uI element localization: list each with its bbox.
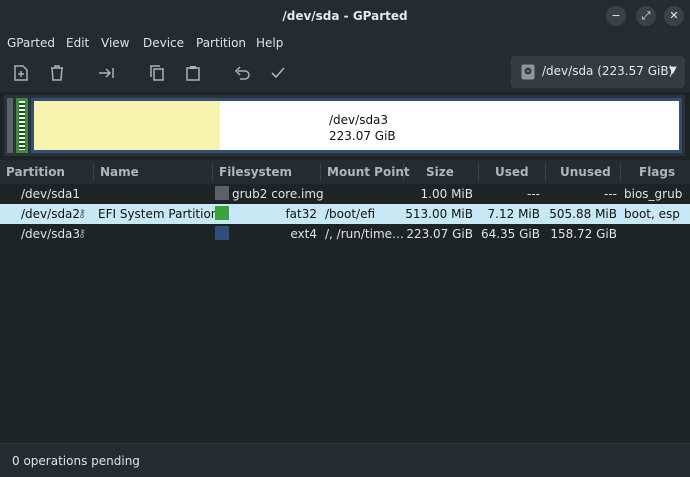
cell-flags: boot, esp [624, 207, 680, 221]
cell-used: --- [527, 187, 540, 201]
menu-partition[interactable]: Partition [196, 36, 246, 50]
partition-block-sda2[interactable] [16, 98, 28, 153]
paste-icon[interactable] [182, 62, 204, 84]
device-selector[interactable]: /dev/sda (223.57 GiB) ▼ [511, 56, 685, 88]
column-size[interactable]: Size [426, 165, 454, 179]
close-icon[interactable]: ✕ [664, 6, 684, 26]
disk-map-frame: /dev/sda3 223.07 GiB [4, 95, 685, 156]
used-space-fill [34, 101, 220, 150]
title-bar: /dev/sda - GParted − ⤢ ✕ [0, 0, 690, 32]
cell-unused: 158.72 GiB [550, 227, 617, 241]
column-flags[interactable]: Flags [639, 165, 675, 179]
column-used[interactable]: Used [495, 165, 529, 179]
minimize-icon[interactable]: − [606, 6, 626, 26]
cell-name: EFI System Partition [98, 207, 219, 221]
chevron-down-icon: ▼ [669, 65, 677, 76]
cell-mount-point: /, /run/time… [325, 227, 405, 241]
key-icon: ⚷ [78, 207, 87, 220]
status-text: 0 operations pending [12, 454, 140, 468]
partition-table: /dev/sda1 grub2 core.img 1.00 MiB --- --… [0, 184, 690, 442]
new-partition-icon[interactable] [10, 62, 32, 84]
menu-help[interactable]: Help [256, 36, 283, 50]
apply-icon[interactable] [267, 62, 289, 84]
cell-partition: /dev/sda1 [21, 187, 81, 201]
disk-map-label: /dev/sda3 223.07 GiB [329, 112, 396, 144]
column-filesystem[interactable]: Filesystem [219, 165, 292, 179]
cell-used: 64.35 GiB [480, 227, 540, 241]
delete-icon[interactable] [46, 62, 68, 84]
resize-move-icon[interactable] [96, 62, 118, 84]
table-header: Partition Name Filesystem Mount Point Si… [0, 160, 690, 185]
disk-map: /dev/sda3 223.07 GiB [0, 92, 690, 159]
partition-block-sda3[interactable]: /dev/sda3 223.07 GiB [31, 98, 682, 153]
cell-used: 7.12 MiB [487, 207, 540, 221]
filesystem-swatch [215, 186, 229, 200]
menu-bar: GParted Edit View Device Partition Help [0, 32, 690, 54]
device-label: /dev/sda (223.57 GiB) [542, 64, 674, 78]
copy-icon[interactable] [146, 62, 168, 84]
cell-size: 513.00 MiB [405, 207, 473, 221]
maximize-icon[interactable]: ⤢ [636, 6, 656, 26]
cell-partition: /dev/sda2 [21, 207, 81, 221]
undo-icon[interactable] [231, 62, 253, 84]
table-row[interactable]: /dev/sda2 ⚷ EFI System Partition fat32 /… [0, 204, 690, 224]
disk-map-partition: /dev/sda3 [329, 113, 389, 127]
disk-icon [521, 64, 535, 83]
cell-unused: --- [604, 187, 617, 201]
disk-map-size: 223.07 GiB [329, 129, 396, 143]
cell-mount-point: /boot/efi [325, 207, 376, 221]
status-bar: 0 operations pending [0, 443, 690, 477]
cell-partition: /dev/sda3 [21, 227, 81, 241]
table-row[interactable]: /dev/sda1 grub2 core.img 1.00 MiB --- --… [0, 184, 690, 204]
cell-filesystem: fat32 [285, 207, 317, 221]
table-row[interactable]: /dev/sda3 ⚷ ext4 /, /run/time… 223.07 Gi… [0, 224, 690, 244]
cell-flags: bios_grub [624, 187, 683, 201]
cell-size: 223.07 GiB [406, 227, 473, 241]
window-title: /dev/sda - GParted [282, 9, 408, 23]
cell-filesystem: ext4 [290, 227, 317, 241]
cell-size: 1.00 MiB [420, 187, 473, 201]
column-unused[interactable]: Unused [560, 165, 611, 179]
menu-device[interactable]: Device [143, 36, 184, 50]
filesystem-swatch [215, 206, 229, 220]
cell-filesystem: grub2 core.img [232, 187, 324, 201]
column-name[interactable]: Name [100, 165, 139, 179]
filesystem-swatch [215, 226, 229, 240]
partition-block-sda1[interactable] [7, 98, 13, 153]
column-partition[interactable]: Partition [6, 165, 65, 179]
menu-view[interactable]: View [101, 36, 129, 50]
menu-edit[interactable]: Edit [66, 36, 89, 50]
key-icon: ⚷ [78, 227, 87, 240]
column-mount-point[interactable]: Mount Point [327, 165, 410, 179]
menu-gparted[interactable]: GParted [7, 36, 55, 50]
cell-unused: 505.88 MiB [549, 207, 617, 221]
